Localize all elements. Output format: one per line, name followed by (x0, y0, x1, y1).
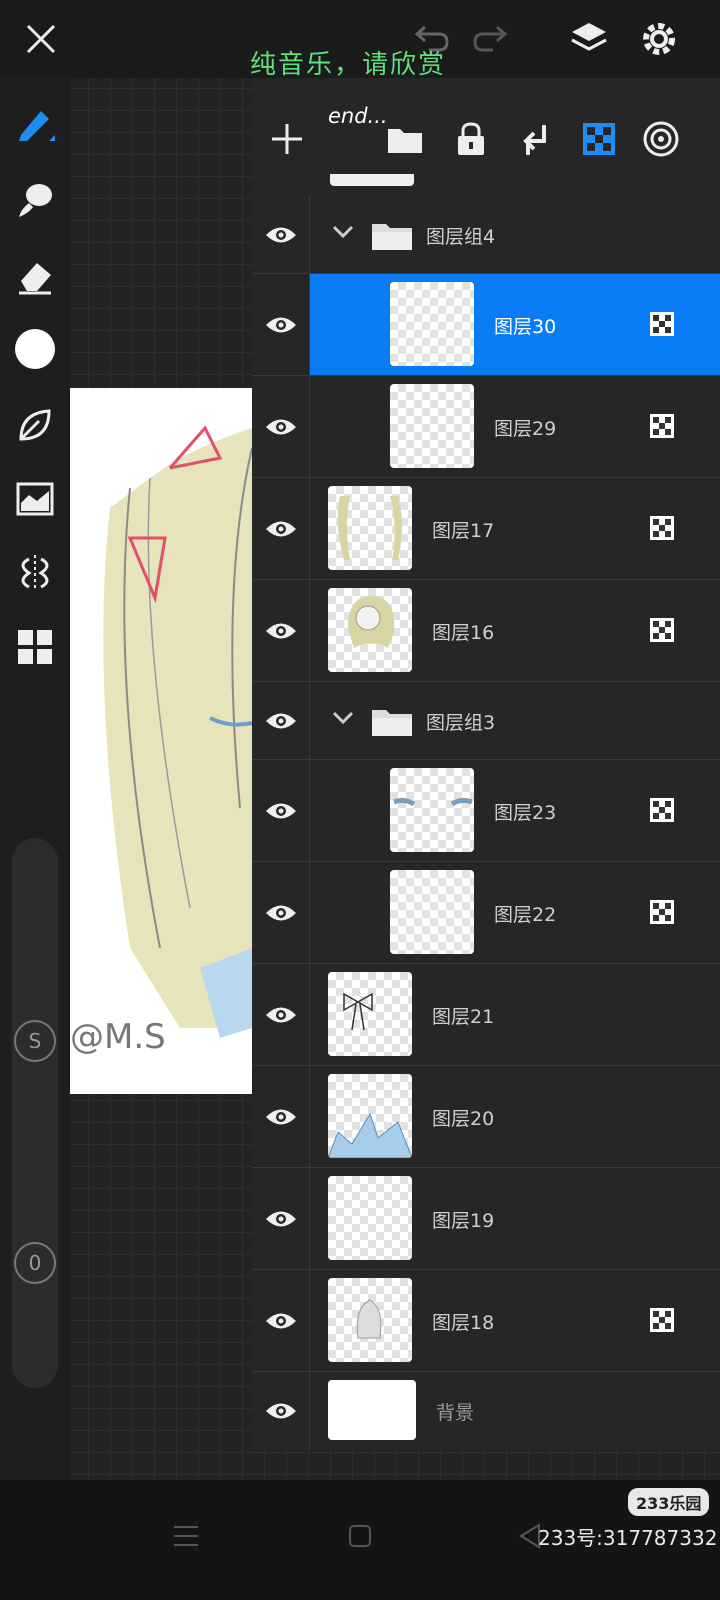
folder-icon (370, 218, 414, 256)
eraser-icon[interactable] (10, 250, 60, 300)
visibility-eye-icon[interactable] (252, 682, 310, 759)
layer-row[interactable]: 图层21 (252, 964, 720, 1066)
redo-icon[interactable] (468, 16, 514, 62)
layer-row[interactable]: 图层19 (252, 1168, 720, 1270)
artwork-drawing: @M.S (70, 425, 252, 1057)
layer-row[interactable]: 图层22 (252, 862, 720, 964)
smudge-icon[interactable] (10, 174, 60, 224)
symmetry-icon[interactable] (10, 548, 60, 598)
visibility-eye-icon[interactable] (252, 274, 310, 375)
layer-name: 图层22 (494, 904, 557, 926)
layer-thumbnail (390, 384, 474, 468)
left-toolbar: S 0 (0, 78, 70, 1510)
layer-name: 图层30 (494, 316, 557, 338)
visibility-eye-icon[interactable] (252, 196, 310, 273)
opacity-knob[interactable]: 0 (14, 1242, 56, 1284)
brush-size-knob[interactable]: S (14, 1020, 56, 1062)
top-bar: 纯音乐，请欣赏 (0, 0, 720, 80)
add-layer-icon[interactable] (262, 114, 312, 164)
layer-row[interactable]: 图层23 (252, 760, 720, 862)
home-icon[interactable] (340, 1516, 380, 1556)
visibility-eye-icon[interactable] (252, 1066, 310, 1167)
layer-panel: end... 图层组4 图层30 图层29 图层17 图层16 图层组3 图层2… (252, 78, 720, 1450)
layers-icon[interactable] (566, 16, 612, 62)
alpha-lock-indicator-icon (650, 1308, 674, 1332)
layer-row-selected[interactable]: 图层30 (252, 274, 720, 376)
alpha-lock-indicator-icon (650, 516, 674, 540)
background-layer-row[interactable]: 背景 (252, 1372, 720, 1450)
layer-thumbnail (328, 1176, 412, 1260)
layer-panel-toolbar: end... (252, 78, 720, 196)
folder-icon (370, 704, 414, 742)
alpha-lock-indicator-icon (650, 900, 674, 924)
layer-name: 图层17 (432, 520, 495, 542)
layer-name: 图层29 (494, 418, 557, 440)
watermark-id: 233号:317787332 (538, 1526, 718, 1550)
artwork-signature: @M.S (70, 1017, 166, 1057)
alpha-lock-indicator-icon (650, 312, 674, 336)
layer-thumbnail (390, 768, 474, 852)
chevron-down-icon[interactable] (332, 710, 354, 729)
layer-name: 图层16 (432, 622, 495, 644)
layer-name: 背景 (436, 1402, 475, 1424)
panel-caption: end... (328, 104, 388, 128)
visibility-eye-icon[interactable] (252, 862, 310, 963)
filter-icon[interactable] (10, 474, 60, 524)
layer-thumbnail (328, 972, 412, 1056)
system-navigation-bar: 233乐园 233号:317787332 (0, 1480, 720, 1600)
opacity-slider[interactable]: 0 (12, 1134, 58, 1388)
blend-mode-icon[interactable] (636, 114, 686, 164)
pen-icon[interactable] (10, 98, 60, 148)
color-swatch[interactable] (10, 324, 60, 374)
layer-row[interactable]: 图层29 (252, 376, 720, 478)
layer-row[interactable]: 图层16 (252, 580, 720, 682)
visibility-eye-icon[interactable] (252, 580, 310, 681)
layer-row[interactable]: 图层17 (252, 478, 720, 580)
visibility-eye-icon[interactable] (252, 1270, 310, 1371)
brush-size-slider[interactable]: S (12, 838, 58, 1178)
alpha-lock-icon[interactable] (574, 114, 624, 164)
layer-thumbnail (328, 486, 412, 570)
leaf-brush-icon[interactable] (10, 400, 60, 450)
layer-thumbnail (328, 1380, 416, 1440)
layer-thumbnail (328, 1278, 412, 1362)
close-icon[interactable] (18, 16, 64, 62)
watermark-badge: 233乐园 (628, 1488, 710, 1516)
merge-down-icon[interactable] (510, 114, 560, 164)
layer-name: 图层18 (432, 1312, 495, 1334)
layer-name: 图层组3 (426, 712, 496, 734)
visibility-eye-icon[interactable] (252, 376, 310, 477)
visibility-eye-icon[interactable] (252, 478, 310, 579)
layer-name: 图层组4 (426, 226, 496, 248)
lock-icon[interactable] (446, 114, 496, 164)
gear-icon[interactable] (636, 16, 682, 62)
layer-thumbnail (390, 282, 474, 366)
alpha-lock-indicator-icon (650, 618, 674, 642)
grid-icon[interactable] (10, 622, 60, 672)
chevron-down-icon[interactable] (332, 224, 354, 243)
layer-name: 图层19 (432, 1210, 495, 1232)
visibility-eye-icon[interactable] (252, 760, 310, 861)
layer-thumbnail (328, 588, 412, 672)
layer-name: 图层21 (432, 1006, 495, 1028)
layer-name: 图层23 (494, 802, 557, 824)
menu-icon[interactable] (166, 1516, 206, 1556)
alpha-lock-indicator-icon (650, 798, 674, 822)
visibility-eye-icon[interactable] (252, 1168, 310, 1269)
top-caption: 纯音乐，请欣赏 (250, 50, 447, 80)
visibility-eye-icon[interactable] (252, 1372, 310, 1450)
layer-row[interactable]: 图层20 (252, 1066, 720, 1168)
layer-group-row[interactable]: 图层组3 (252, 682, 720, 760)
layer-thumbnail (390, 870, 474, 954)
artwork-canvas[interactable]: @M.S (70, 388, 252, 1094)
folder-icon[interactable] (380, 114, 430, 164)
layer-name: 图层20 (432, 1108, 495, 1130)
visibility-eye-icon[interactable] (252, 964, 310, 1065)
layer-row[interactable]: 图层18 (252, 1270, 720, 1372)
layer-thumbnail (328, 1074, 412, 1158)
alpha-lock-indicator-icon (650, 414, 674, 438)
layer-group-row[interactable]: 图层组4 (252, 196, 720, 274)
scrolled-layer-thumbnail (330, 174, 414, 186)
